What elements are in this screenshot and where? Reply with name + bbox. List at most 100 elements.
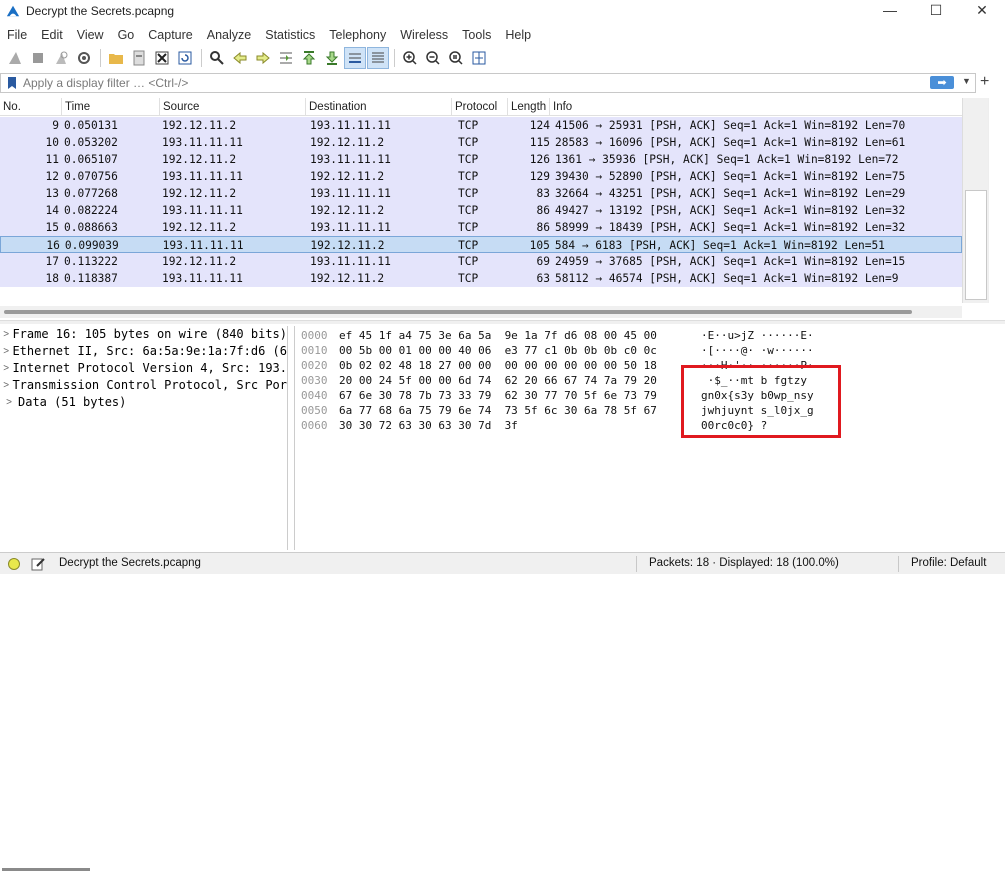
bytes-row[interactable]: 0010 00 5b 00 01 00 00 40 06 e3 77 c1 0b … bbox=[295, 343, 1005, 358]
menu-telephony[interactable]: Telephony bbox=[324, 28, 391, 42]
display-filter-field[interactable] bbox=[0, 73, 976, 93]
packet-row-selected[interactable]: 16 0.099039 193.11.11.11 192.12.11.2 TCP 105 5… bbox=[0, 236, 962, 253]
tree-item-tcp[interactable]: > Transmission Control Protocol, Src Por bbox=[0, 377, 287, 394]
menu-statistics[interactable]: Statistics bbox=[260, 28, 320, 42]
column-header-no[interactable]: No. bbox=[0, 98, 62, 116]
menu-go[interactable]: Go bbox=[113, 28, 140, 42]
restart-fin-icon bbox=[56, 51, 68, 64]
display-filter-bar: ➡ ▼ + bbox=[0, 73, 1005, 95]
column-header-info[interactable]: Info bbox=[550, 98, 962, 116]
display-filter-input[interactable] bbox=[23, 76, 923, 90]
menu-help[interactable]: Help bbox=[500, 28, 536, 42]
ascii-highlight-box bbox=[681, 365, 841, 438]
reload-icon bbox=[178, 51, 192, 65]
go-to-packet-button[interactable] bbox=[275, 47, 297, 69]
column-header-protocol[interactable]: Protocol bbox=[452, 98, 508, 116]
save-file-button[interactable] bbox=[128, 47, 150, 69]
column-header-length[interactable]: Length bbox=[508, 98, 550, 116]
packet-list-hscrollbar[interactable] bbox=[0, 306, 962, 318]
expand-arrow-icon[interactable]: > bbox=[0, 377, 12, 394]
menu-wireless[interactable]: Wireless bbox=[395, 28, 453, 42]
go-forward-button[interactable] bbox=[252, 47, 274, 69]
packet-rows: 9 0.050131 192.12.11.2 193.11.11.11 TCP 124 41… bbox=[0, 117, 962, 287]
packet-row[interactable]: 12 0.070756 193.11.11.11 192.12.11.2 TCP 129 3… bbox=[0, 168, 962, 185]
menu-capture[interactable]: Capture bbox=[143, 28, 197, 42]
start-capture-button[interactable] bbox=[4, 47, 26, 69]
colorize-toggle[interactable] bbox=[367, 47, 389, 69]
zoom-out-button[interactable] bbox=[422, 47, 444, 69]
packet-minimap[interactable] bbox=[988, 98, 1005, 303]
packet-row[interactable]: 11 0.065107 192.12.11.2 193.11.11.11 TCP 126 1… bbox=[0, 151, 962, 168]
toolbar-separator bbox=[100, 49, 101, 67]
expand-arrow-icon[interactable]: > bbox=[0, 343, 12, 360]
packet-row[interactable]: 9 0.050131 192.12.11.2 193.11.11.11 TCP 124 41… bbox=[0, 117, 962, 134]
packet-row[interactable]: 18 0.118387 193.11.11.11 192.12.11.2 TCP 63 58… bbox=[0, 270, 962, 287]
packet-row[interactable]: 10 0.053202 193.11.11.11 192.12.11.2 TCP 115 2… bbox=[0, 134, 962, 151]
hscrollbar-thumb[interactable] bbox=[2, 868, 90, 871]
zoom-reset-button[interactable] bbox=[445, 47, 467, 69]
bytes-row[interactable]: 0030 20 00 24 5f 00 00 6d 74 62 20 66 67 … bbox=[295, 373, 1005, 388]
packet-details-pane: > Frame 16: 105 bytes on wire (840 bits) … bbox=[0, 326, 288, 876]
packet-row[interactable]: 13 0.077268 192.12.11.2 193.11.11.11 TCP 83 32… bbox=[0, 185, 962, 202]
column-header-source[interactable]: Source bbox=[160, 98, 306, 116]
stop-capture-button[interactable] bbox=[27, 47, 49, 69]
expand-arrow-icon[interactable]: > bbox=[0, 326, 12, 343]
expert-info-icon[interactable] bbox=[8, 558, 20, 570]
packet-list-scrollbar[interactable] bbox=[962, 98, 988, 303]
apply-filter-button[interactable]: ➡ bbox=[930, 76, 954, 89]
filter-history-dropdown[interactable]: ▼ bbox=[962, 76, 971, 86]
first-packet-button[interactable] bbox=[298, 47, 320, 69]
expand-arrow-icon[interactable]: > bbox=[0, 360, 12, 377]
folder-icon bbox=[109, 54, 123, 64]
close-file-button[interactable] bbox=[151, 47, 173, 69]
open-file-button[interactable] bbox=[105, 47, 127, 69]
menu-analyze[interactable]: Analyze bbox=[202, 28, 256, 42]
close-button[interactable]: ✕ bbox=[959, 0, 1005, 20]
menu-view[interactable]: View bbox=[72, 28, 109, 42]
packet-row[interactable]: 15 0.088663 192.12.11.2 193.11.11.11 TCP 86 58… bbox=[0, 219, 962, 236]
toolbar-separator bbox=[201, 49, 202, 67]
bytes-row[interactable]: 0060 30 30 72 63 30 63 30 7d 3f 00rc0c0} ? bbox=[295, 418, 1005, 433]
bytes-row[interactable]: 0040 67 6e 30 78 7b 73 33 79 62 30 77 70 … bbox=[295, 388, 1005, 403]
status-packet-count: Packets: 18 · Displayed: 18 (100.0%) bbox=[649, 557, 839, 569]
zoom-in-button[interactable] bbox=[399, 47, 421, 69]
autoscroll-toggle[interactable] bbox=[344, 47, 366, 69]
capture-options-button[interactable] bbox=[73, 47, 95, 69]
tree-item-data[interactable]: > Data (51 bytes) bbox=[0, 394, 287, 411]
arrow-down-bar-icon bbox=[325, 51, 339, 65]
capture-comment-icon[interactable] bbox=[30, 556, 46, 572]
status-profile[interactable]: Profile: Default bbox=[911, 557, 986, 569]
maximize-button[interactable]: ☐ bbox=[913, 0, 959, 20]
pane-splitter[interactable] bbox=[0, 320, 1005, 324]
bookmark-icon[interactable] bbox=[5, 76, 19, 90]
tree-item-frame[interactable]: > Frame 16: 105 bytes on wire (840 bits) bbox=[0, 326, 287, 343]
column-header-time[interactable]: Time bbox=[62, 98, 160, 116]
packet-row[interactable]: 17 0.113222 192.12.11.2 193.11.11.11 TCP 69 24… bbox=[0, 253, 962, 270]
reload-file-button[interactable] bbox=[174, 47, 196, 69]
column-header-destination[interactable]: Destination bbox=[306, 98, 452, 116]
zoom-out-icon bbox=[426, 51, 440, 65]
go-back-button[interactable] bbox=[229, 47, 251, 69]
packet-bytes-pane: 0000 ef 45 1f a4 75 3e 6a 5a 9e 1a 7f d6 … bbox=[294, 326, 1005, 550]
details-hscrollbar[interactable] bbox=[0, 862, 288, 876]
menu-file[interactable]: File bbox=[2, 28, 32, 42]
resize-columns-button[interactable] bbox=[468, 47, 490, 69]
minimize-button[interactable]: — bbox=[867, 0, 913, 20]
magnifier-icon bbox=[210, 51, 224, 65]
tree-item-ipv4[interactable]: > Internet Protocol Version 4, Src: 193. bbox=[0, 360, 287, 377]
packet-row[interactable]: 14 0.082224 193.11.11.11 192.12.11.2 TCP 86 49… bbox=[0, 202, 962, 219]
menu-edit[interactable]: Edit bbox=[36, 28, 68, 42]
last-packet-button[interactable] bbox=[321, 47, 343, 69]
status-bar: Decrypt the Secrets.pcapng Packets: 18 ·… bbox=[0, 552, 1005, 574]
bytes-row[interactable]: 0000 ef 45 1f a4 75 3e 6a 5a 9e 1a 7f d6 … bbox=[295, 328, 1005, 343]
scrollbar-thumb[interactable] bbox=[965, 190, 987, 300]
find-packet-button[interactable] bbox=[206, 47, 228, 69]
restart-capture-button[interactable] bbox=[50, 47, 72, 69]
hscrollbar-thumb[interactable] bbox=[4, 310, 912, 314]
expand-arrow-icon[interactable]: > bbox=[0, 394, 18, 411]
bytes-row[interactable]: 0050 6a 77 68 6a 75 79 6e 74 73 5f 6c 30 … bbox=[295, 403, 1005, 418]
menu-tools[interactable]: Tools bbox=[457, 28, 496, 42]
tree-item-ethernet[interactable]: > Ethernet II, Src: 6a:5a:9e:1a:7f:d6 (6 bbox=[0, 343, 287, 360]
bytes-row[interactable]: 0020 0b 02 02 48 18 27 00 00 00 00 00 00 … bbox=[295, 358, 1005, 373]
add-filter-button[interactable]: + bbox=[980, 73, 989, 91]
